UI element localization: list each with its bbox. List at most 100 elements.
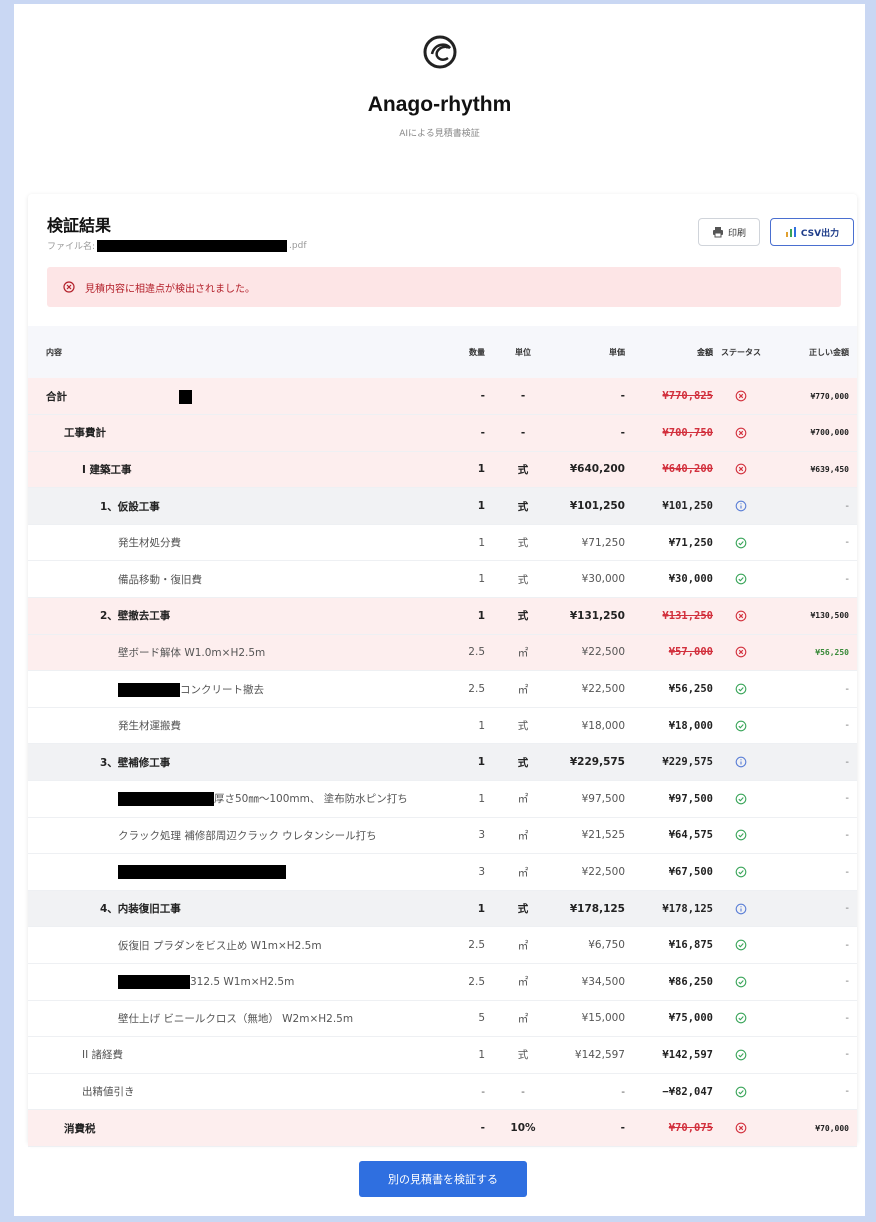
- row-status: [717, 451, 765, 489]
- redacted-text: [118, 682, 180, 697]
- table-row: I 建築工事 1 式 ¥640,200 ¥640,200 ¥639,450: [28, 451, 857, 489]
- row-price: ¥131,250: [551, 597, 629, 635]
- row-amount: ¥64,575: [629, 817, 717, 855]
- result-title: 検証結果: [47, 216, 112, 235]
- row-price: ¥71,250: [551, 524, 629, 562]
- row-name: 1、仮設工事: [28, 487, 443, 525]
- info-circle-icon: [735, 500, 747, 512]
- table-row: 発生材運搬費 1 式 ¥18,000 ¥18,000-: [28, 707, 857, 745]
- redacted-text: [179, 389, 192, 404]
- check-circle-icon: [735, 866, 747, 878]
- result-header: 検証結果 ファイル名: .pdf 印刷 CSV出力 見積内容に相違点が検出されま…: [28, 194, 857, 324]
- row-qty: 2.5: [443, 670, 495, 708]
- check-circle-icon: [735, 829, 747, 841]
- header-status: ステータス: [721, 347, 761, 357]
- csv-label: CSV出力: [800, 228, 840, 239]
- row-amount: ¥18,000: [629, 707, 717, 745]
- table-row: 消費税 -10% - ¥70,075 ¥70,000: [28, 1109, 857, 1147]
- table-row: 壁ボード解体 W1.0m×H2.5m 2.5 ㎡ ¥22,500 ¥57,000 ¥56,…: [28, 634, 857, 672]
- row-name-text: 4、内装復旧工事: [100, 903, 181, 916]
- verify-another-button[interactable]: 別の見積書を検証する: [359, 1161, 527, 1197]
- row-correct-amount: ¥639,450: [765, 451, 857, 489]
- row-name: 3、壁補修工事: [28, 743, 443, 782]
- row-correct-amount: -: [765, 1036, 857, 1074]
- row-price: ¥22,500: [551, 670, 629, 708]
- row-amount: ¥67,500: [629, 853, 717, 891]
- redacted-text: [118, 974, 190, 989]
- error-x-circle-icon: [735, 610, 747, 622]
- row-name: コンクリート撤去: [28, 670, 443, 708]
- table-row: コンクリート撤去 2.5 ㎡ ¥22,500 ¥56,250 -: [28, 670, 857, 708]
- row-correct-amount: -: [765, 926, 857, 964]
- row-amount: ¥71,250: [629, 524, 717, 562]
- row-amount: ¥700,750: [629, 414, 717, 452]
- row-qty: 1: [443, 524, 495, 562]
- row-unit: ㎡: [495, 780, 551, 818]
- row-status: [717, 743, 765, 782]
- row-correct-amount: ¥70,000: [765, 1109, 857, 1147]
- alert-text: 見積内容に相違点が検出されました。: [85, 283, 255, 295]
- row-amount: −¥82,047: [629, 1073, 717, 1111]
- row-qty: 1: [443, 451, 495, 489]
- csv-export-button[interactable]: CSV出力: [770, 218, 854, 246]
- error-x-circle-icon: [735, 427, 747, 439]
- row-status: [717, 1109, 765, 1147]
- row-name: 312.5 W1m×H2.5m: [28, 963, 443, 1001]
- check-circle-icon: [735, 1012, 747, 1024]
- error-x-circle-icon: [735, 463, 747, 475]
- file-extension: .pdf: [289, 240, 307, 251]
- row-name-text: 2、壁撤去工事: [100, 610, 171, 623]
- row-price: ¥640,200: [551, 451, 629, 489]
- row-name-text: 仮復旧 プラダンをビス止め W1m×H2.5m: [118, 939, 322, 952]
- row-unit: ㎡: [495, 670, 551, 708]
- table-body: 合計 - - - ¥770,825 ¥770,000 工事費計 - - - ¥700,750 ¥700…: [28, 378, 857, 1147]
- row-name: 壁ボード解体 W1.0m×H2.5m: [28, 634, 443, 672]
- row-name: I 建築工事: [28, 451, 443, 489]
- table-row: 1、仮設工事 1 式 ¥101,250 ¥101,250-: [28, 487, 857, 525]
- row-amount: ¥142,597: [629, 1036, 717, 1074]
- table-row: 備品移動・復旧費 1 式 ¥30,000 ¥30,000-: [28, 560, 857, 599]
- discrepancy-alert: 見積内容に相違点が検出されました。: [47, 267, 841, 307]
- row-correct-amount: -: [765, 780, 857, 818]
- row-qty: 1: [443, 560, 495, 599]
- row-unit: ㎡: [495, 817, 551, 855]
- row-status: [717, 1073, 765, 1111]
- error-x-circle-icon: [735, 390, 747, 402]
- redacted-text: [118, 865, 286, 880]
- row-status: [717, 817, 765, 855]
- row-correct-amount: -: [765, 560, 857, 599]
- print-button[interactable]: 印刷: [698, 218, 760, 246]
- table-row: 312.5 W1m×H2.5m 2.5 ㎡ ¥34,500 ¥86,250 -: [28, 963, 857, 1001]
- row-correct-amount: ¥770,000: [765, 378, 857, 416]
- row-unit: ㎡: [495, 634, 551, 672]
- row-correct-amount: -: [765, 890, 857, 928]
- row-name-text: 工事費計: [64, 427, 106, 440]
- row-correct-amount: -: [765, 853, 857, 891]
- row-name-text: I 建築工事: [82, 463, 132, 476]
- row-status: [717, 890, 765, 928]
- row-amount: ¥770,825: [629, 378, 717, 416]
- table-row: 2、壁撤去工事 1 式 ¥131,250 ¥131,250 ¥130,500: [28, 597, 857, 635]
- row-name: 仮復旧 プラダンをビス止め W1m×H2.5m: [28, 926, 443, 964]
- row-amount: ¥131,250: [629, 597, 717, 635]
- row-qty: 2.5: [443, 963, 495, 1001]
- row-amount: ¥178,125: [629, 890, 717, 928]
- row-name-text: 1、仮設工事: [100, 500, 160, 513]
- row-status: [717, 1000, 765, 1038]
- row-amount: ¥101,250: [629, 487, 717, 525]
- row-status: [717, 707, 765, 745]
- table-row: クラック処理 補修部周辺クラック ウレタンシール打ち 3 ㎡ ¥21,525 ¥64,5…: [28, 817, 857, 855]
- row-qty: -: [443, 378, 495, 416]
- error-x-circle-icon: [735, 646, 747, 658]
- row-qty: 1: [443, 1036, 495, 1074]
- table-row: 仮復旧 プラダンをビス止め W1m×H2.5m 2.5 ㎡ ¥6,750 ¥16,875…: [28, 926, 857, 964]
- row-unit: ㎡: [495, 963, 551, 1001]
- row-qty: 3: [443, 817, 495, 855]
- check-circle-icon: [735, 793, 747, 805]
- app-header: Anago-rhythm AIによる見積書検証: [14, 4, 865, 184]
- row-status: [717, 926, 765, 964]
- row-name-text: コンクリート撤去: [180, 683, 264, 696]
- row-price: ¥34,500: [551, 963, 629, 1001]
- row-qty: 1: [443, 890, 495, 928]
- row-amount: ¥86,250: [629, 963, 717, 1001]
